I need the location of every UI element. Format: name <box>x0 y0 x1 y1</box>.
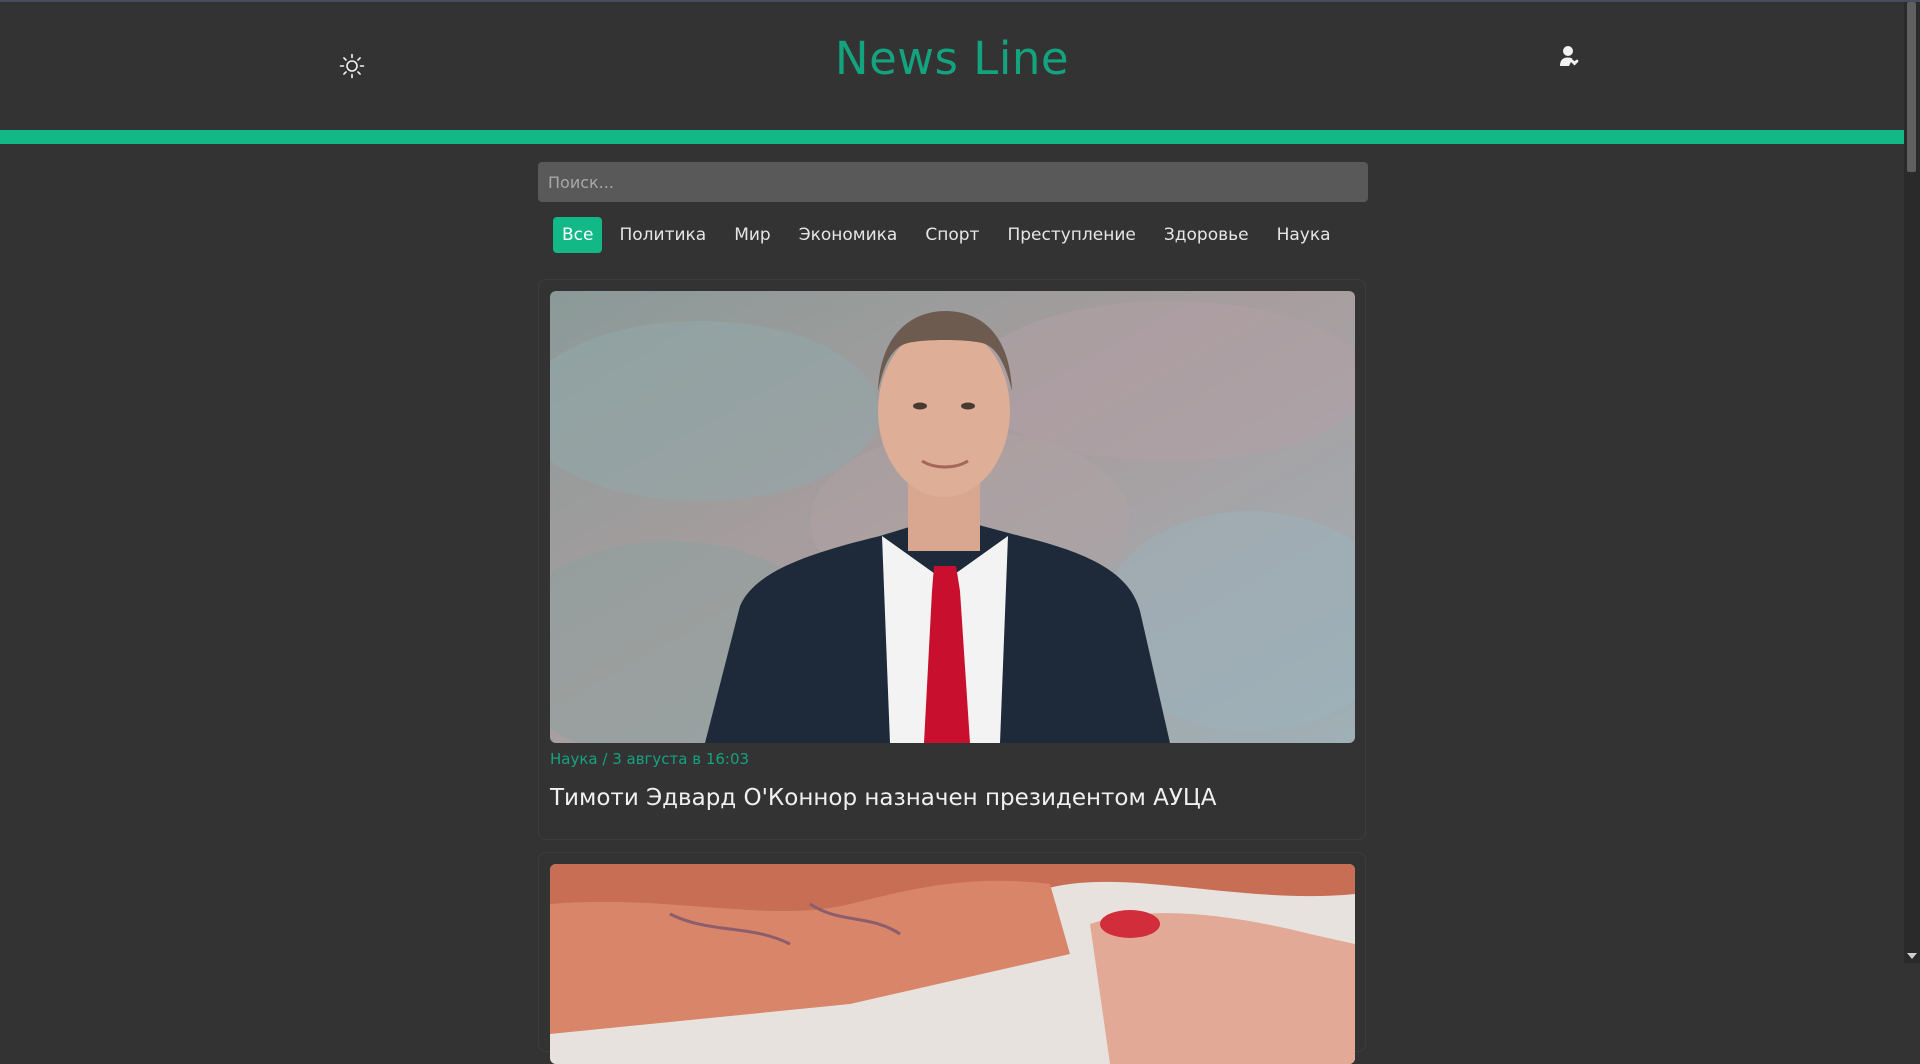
category-tabs: Все Политика Мир Экономика Спорт Преступ… <box>553 216 1342 254</box>
portrait-photo <box>550 291 1355 743</box>
tab-politics[interactable]: Политика <box>608 217 717 253</box>
page-scrollbar[interactable] <box>1904 2 1920 963</box>
user-heart-icon <box>1560 46 1579 66</box>
news-card-title[interactable]: Тимоти Эдвард О'Коннор назначен президен… <box>550 785 1217 811</box>
header-accent-bar <box>0 130 1904 144</box>
tab-economy[interactable]: Экономика <box>788 217 909 253</box>
scrollbar-thumb[interactable] <box>1907 2 1916 172</box>
search-input[interactable] <box>538 162 1368 202</box>
site-header: News Line <box>0 2 1904 129</box>
tab-crime[interactable]: Преступление <box>996 217 1146 253</box>
news-card[interactable]: Наука / 3 августа в 16:03 Тимоти Эдвард … <box>538 279 1366 840</box>
tab-all[interactable]: Все <box>553 217 603 253</box>
news-card-image[interactable] <box>550 864 1355 1064</box>
tab-world[interactable]: Мир <box>723 217 782 253</box>
scroll-down-arrow-icon[interactable] <box>1907 953 1917 959</box>
news-card[interactable] <box>538 852 1366 1064</box>
news-card-meta: Наука / 3 августа в 16:03 <box>550 750 750 768</box>
hands-photo <box>550 864 1355 1064</box>
site-title[interactable]: News Line <box>0 32 1904 85</box>
tab-science[interactable]: Наука <box>1266 217 1342 253</box>
tab-health[interactable]: Здоровье <box>1153 217 1260 253</box>
tab-sport[interactable]: Спорт <box>914 217 990 253</box>
news-card-image[interactable] <box>550 291 1355 743</box>
user-button[interactable] <box>1555 42 1585 72</box>
